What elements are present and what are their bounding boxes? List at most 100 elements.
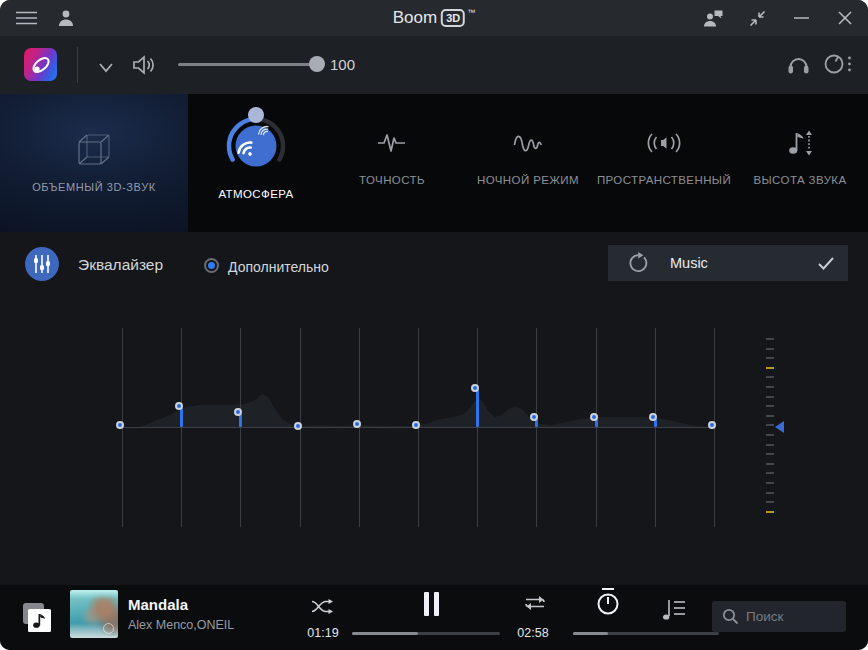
intensity-dial-button[interactable] (824, 53, 852, 79)
master-tick (766, 492, 774, 494)
mute-toggle[interactable] (132, 54, 157, 80)
eq-band-track[interactable] (477, 328, 478, 527)
eq-band-fill (180, 408, 183, 427)
tab-fidelity[interactable]: ТОЧНОСТЬ (324, 94, 460, 232)
compact-mode-button[interactable] (735, 0, 779, 36)
hamburger-icon (16, 11, 37, 25)
pause-button[interactable] (424, 592, 439, 616)
master-gain-handle[interactable] (775, 421, 784, 433)
track-title: Mandala (128, 596, 188, 613)
eq-band-fill (476, 390, 479, 427)
account-button[interactable] (46, 0, 86, 36)
tab-spatial[interactable]: ПРОСТРАНСТВЕННЫЙ (596, 94, 732, 232)
app-title-3d-badge: 3D (441, 9, 465, 27)
eq-band-fill (239, 414, 242, 427)
tab-label: ПРОСТРАНСТВЕННЫЙ (596, 174, 732, 186)
album-art[interactable] (70, 590, 118, 638)
surround-3d-panel[interactable]: ОБЪЕМНЫЙ 3D-ЗВУК (0, 94, 188, 232)
master-tick (766, 453, 774, 455)
boom3d-app-icon[interactable] (24, 48, 57, 81)
eq-band-handle[interactable] (649, 413, 657, 421)
reset-icon (628, 252, 650, 274)
queue-button[interactable] (661, 597, 687, 626)
reset-preset-button[interactable] (628, 252, 650, 274)
collapse-icon (749, 10, 766, 27)
minimize-button[interactable] (779, 0, 823, 36)
track-artist: Alex Menco,ONEIL (128, 618, 234, 632)
equalizer-section: Эквалайзер Дополнительно Music (0, 232, 868, 585)
volume-slider[interactable] (178, 63, 316, 66)
pitch-icon (787, 130, 813, 156)
tab-label: НОЧНОЙ РЕЖИМ (460, 174, 596, 186)
search-input[interactable] (746, 609, 836, 624)
master-tick (766, 482, 774, 484)
eq-band-handle[interactable] (412, 421, 420, 429)
fidelity-icon (377, 133, 407, 153)
advanced-label: Дополнительно (228, 259, 329, 275)
titlebar: Boom 3D ™ (0, 0, 868, 36)
shuffle-button[interactable] (311, 599, 333, 618)
search-box[interactable] (712, 601, 846, 632)
eq-band-handle[interactable] (590, 413, 598, 421)
feedback-icon (704, 10, 723, 27)
eq-band-track[interactable] (536, 328, 537, 527)
preset-check-icon (818, 257, 834, 270)
swoosh-icon (29, 53, 53, 77)
person-icon (57, 9, 75, 27)
equalizer-icon (25, 247, 59, 281)
speaker-icon (132, 54, 157, 76)
eq-band-track[interactable] (655, 328, 656, 527)
eq-band-handle[interactable] (175, 402, 183, 410)
preset-value: Music (670, 255, 818, 271)
surround-3d-label: ОБЪЕМНЫЙ 3D-ЗВУК (0, 181, 188, 193)
master-tick (766, 444, 774, 446)
advanced-radio[interactable] (204, 258, 219, 273)
cube-3d-icon (73, 130, 115, 174)
master-tick (766, 472, 774, 474)
eq-band-handle[interactable] (530, 413, 538, 421)
master-tick (766, 463, 774, 465)
volume-value: 100 (330, 56, 355, 73)
seek-bar[interactable] (352, 632, 500, 635)
player-bar: Mandala Alex Menco,ONEIL 01:19 02:58 (0, 585, 868, 650)
boom3d-window: Boom 3D ™ (0, 0, 868, 650)
master-tick (766, 434, 774, 436)
eq-band-handle[interactable] (353, 420, 361, 428)
minimize-icon (794, 17, 809, 19)
tab-night[interactable]: НОЧНОЙ РЕЖИМ (460, 94, 596, 232)
timer-bar[interactable] (573, 632, 719, 635)
headphones-button[interactable] (787, 53, 810, 79)
eq-band-handle[interactable] (234, 408, 242, 416)
master-tick (766, 396, 774, 398)
feedback-button[interactable] (691, 0, 735, 36)
music-note-icon (33, 613, 46, 628)
queue-icon (661, 597, 687, 622)
eq-band-handle[interactable] (471, 384, 479, 392)
night-mode-icon (513, 131, 543, 155)
repeat-button[interactable] (522, 595, 548, 615)
eq-band-track[interactable] (359, 328, 360, 527)
eq-band-track[interactable] (240, 328, 241, 527)
master-tick (766, 338, 774, 340)
eq-band-track[interactable] (596, 328, 597, 527)
preset-selector[interactable]: Music (608, 245, 848, 281)
stopwatch-icon (594, 587, 622, 617)
close-button[interactable] (823, 0, 867, 36)
eq-band-handle[interactable] (294, 422, 302, 430)
music-app-icon[interactable] (28, 609, 51, 632)
tab-label: ТОЧНОСТЬ (324, 174, 460, 186)
eq-band-handle[interactable] (708, 421, 716, 429)
app-title-text: Boom (393, 8, 437, 28)
tab-pitch[interactable]: ВЫСОТА ЗВУКА (732, 94, 868, 232)
frequency-response-curve (100, 377, 740, 429)
sleep-timer-button[interactable] (594, 587, 622, 621)
tab-atmosphere[interactable]: АТМОСФЕРА (188, 94, 324, 232)
menu-button[interactable] (6, 0, 46, 36)
master-tick (766, 405, 774, 407)
eq-band-track[interactable] (181, 328, 182, 527)
volume-slider-handle[interactable] (309, 56, 325, 72)
eq-band-handle[interactable] (116, 421, 124, 429)
audio-device-dropdown[interactable] (98, 59, 114, 77)
spatial-icon (647, 132, 681, 154)
timer-bar-fill (573, 632, 608, 635)
